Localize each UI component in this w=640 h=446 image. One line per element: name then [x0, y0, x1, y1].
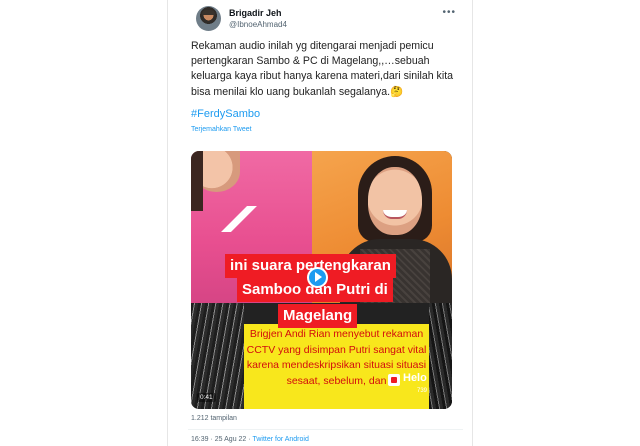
more-horizontal-icon[interactable]: •••: [442, 7, 456, 18]
user-handle[interactable]: @IbnoeAhmad4: [229, 20, 287, 29]
view-count: 1.212 tampilan: [191, 415, 237, 422]
video-frame-bottom-right: [429, 303, 452, 409]
tweet-date[interactable]: 25 Agu 22: [215, 436, 247, 443]
hashtag-link[interactable]: #FerdySambo: [191, 108, 260, 120]
play-icon[interactable]: [307, 267, 328, 288]
tweet-time[interactable]: 16:39: [191, 436, 209, 443]
watermark-label: Helo: [403, 372, 427, 384]
display-name[interactable]: Brigadir Jeh: [229, 8, 282, 18]
watermark-id: 739: [417, 388, 428, 394]
avatar[interactable]: [196, 6, 221, 31]
meta-separator: ·: [248, 436, 251, 443]
meta-separator: ·: [210, 436, 213, 443]
translate-tweet-link[interactable]: Terjemahkan Tweet: [191, 126, 252, 133]
helo-logo-icon: [388, 374, 400, 386]
video-duration: 0:41: [197, 393, 216, 402]
tweet-text: Rekaman audio inilah yg ditengarai menja…: [191, 40, 454, 98]
video-subtitle: Brigjen Andi Rian menyebut rekaman CCTV …: [246, 328, 427, 387]
tweet-meta: 16:39 · 25 Agu 22 · Twitter for Android: [191, 436, 309, 443]
tweet-source-link[interactable]: Twitter for Android: [252, 436, 308, 443]
tweet-card: Brigadir Jeh @IbnoeAhmad4 ••• Rekaman au…: [167, 0, 473, 446]
caption-line: Magelang: [278, 304, 358, 328]
video-player[interactable]: Brigjen Andi Rian menyebut rekaman CCTV …: [191, 151, 452, 409]
divider: [188, 429, 463, 430]
